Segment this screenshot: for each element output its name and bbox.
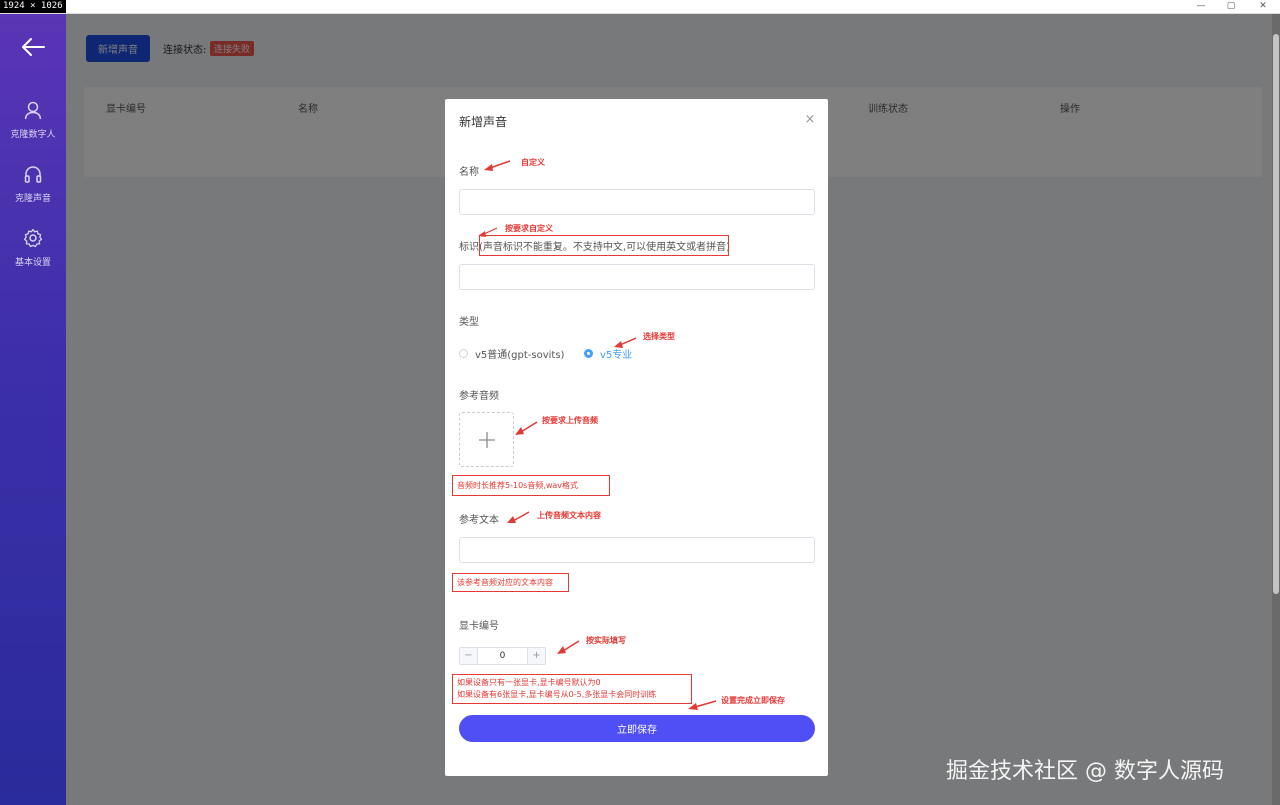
ref-audio-label: 参考音频 xyxy=(459,391,499,402)
annotation-gpu-hint: 如果设备只有一张显卡,显卡编号默认为0 如果设备有6张显卡,显卡编号从0-5,多… xyxy=(452,674,692,704)
ref-text-input[interactable] xyxy=(459,537,815,563)
identifier-label: 标识 xyxy=(459,242,479,253)
sidebar-item-clone-voice[interactable]: 克隆声音 xyxy=(0,164,66,214)
radio-circle xyxy=(459,349,468,358)
increment-button[interactable]: + xyxy=(527,648,545,664)
annotation-arrow-icon xyxy=(507,511,530,523)
annotation-identifier: 按要求自定义 xyxy=(505,224,553,233)
back-arrow-icon[interactable] xyxy=(20,36,46,58)
annotation-upload: 按要求上传音频 xyxy=(542,416,598,425)
page-scrollbar[interactable] xyxy=(1272,14,1280,805)
name-input[interactable] xyxy=(459,189,815,215)
name-label: 名称 xyxy=(459,167,479,178)
sidebar-item-label: 克隆声音 xyxy=(14,194,51,204)
ref-text-label: 参考文本 xyxy=(459,515,499,526)
dialog-title: 新增声音 xyxy=(459,115,508,129)
window-close-button[interactable]: ✕ xyxy=(1248,0,1278,13)
annotation-arrow-icon xyxy=(614,337,637,348)
decrement-button[interactable]: − xyxy=(460,648,478,664)
sidebar-item-label: 克隆数字人 xyxy=(10,130,56,140)
watermark: 掘金技术社区 @ 数字人源码 xyxy=(946,759,1224,784)
radio-circle xyxy=(584,349,593,358)
sidebar-item-settings[interactable]: 基本设置 xyxy=(0,228,66,278)
gpu-id-stepper: − 0 + xyxy=(459,647,546,665)
sidebar-item-clone-avatar[interactable]: 克隆数字人 xyxy=(0,100,66,150)
radio-label: v5普通(gpt-sovits) xyxy=(475,350,565,361)
audio-upload-box[interactable] xyxy=(459,412,514,467)
annotation-type: 选择类型 xyxy=(643,332,675,341)
gear-icon xyxy=(23,228,43,248)
annotation-arrow-icon xyxy=(688,700,717,710)
user-icon xyxy=(24,101,42,120)
annotation-ref-text-hint: 该参考音频对应的文本内容 xyxy=(452,573,569,592)
annotation-arrow-icon xyxy=(557,640,580,654)
minimize-button[interactable]: — xyxy=(1186,0,1216,13)
window-titlebar: 1924 × 1026 — ▢ ✕ xyxy=(0,0,1280,14)
annotation-audio-hint: 音频时长推荐5-10s音频,wav格式 xyxy=(452,475,610,496)
annotation-box-identifier xyxy=(479,235,729,256)
type-label: 类型 xyxy=(459,317,479,328)
headphones-icon xyxy=(24,166,42,183)
sidebar-item-label: 基本设置 xyxy=(14,258,51,268)
dimension-label: 1924 × 1026 xyxy=(0,0,66,13)
plus-icon xyxy=(479,432,495,448)
save-button[interactable]: 立即保存 xyxy=(459,715,815,742)
radio-v5-normal[interactable]: v5普通(gpt-sovits) xyxy=(459,346,564,361)
gpu-hint-line-1: 如果设备只有一张显卡,显卡编号默认为0 xyxy=(457,678,601,687)
gpu-hint-line-2: 如果设备有6张显卡,显卡编号从0-5,多张显卡会同时训练 xyxy=(457,690,657,699)
annotation-arrow-icon xyxy=(484,160,511,171)
maximize-button[interactable]: ▢ xyxy=(1216,0,1246,13)
gpu-id-value[interactable]: 0 xyxy=(478,648,527,664)
sidebar: 克隆数字人 克隆声音 基本设置 xyxy=(0,14,66,805)
annotation-arrow-icon xyxy=(515,421,538,435)
scrollbar-thumb[interactable] xyxy=(1273,34,1279,594)
identifier-input[interactable] xyxy=(459,264,815,290)
annotation-save: 设置完成立即保存 xyxy=(721,696,785,705)
close-icon[interactable]: × xyxy=(803,113,817,127)
gpu-id-label: 显卡编号 xyxy=(459,621,499,632)
annotation-gpu: 按实际填写 xyxy=(586,636,626,645)
annotation-name: 自定义 xyxy=(521,158,545,167)
annotation-ref-text: 上传音频文本内容 xyxy=(537,511,601,520)
